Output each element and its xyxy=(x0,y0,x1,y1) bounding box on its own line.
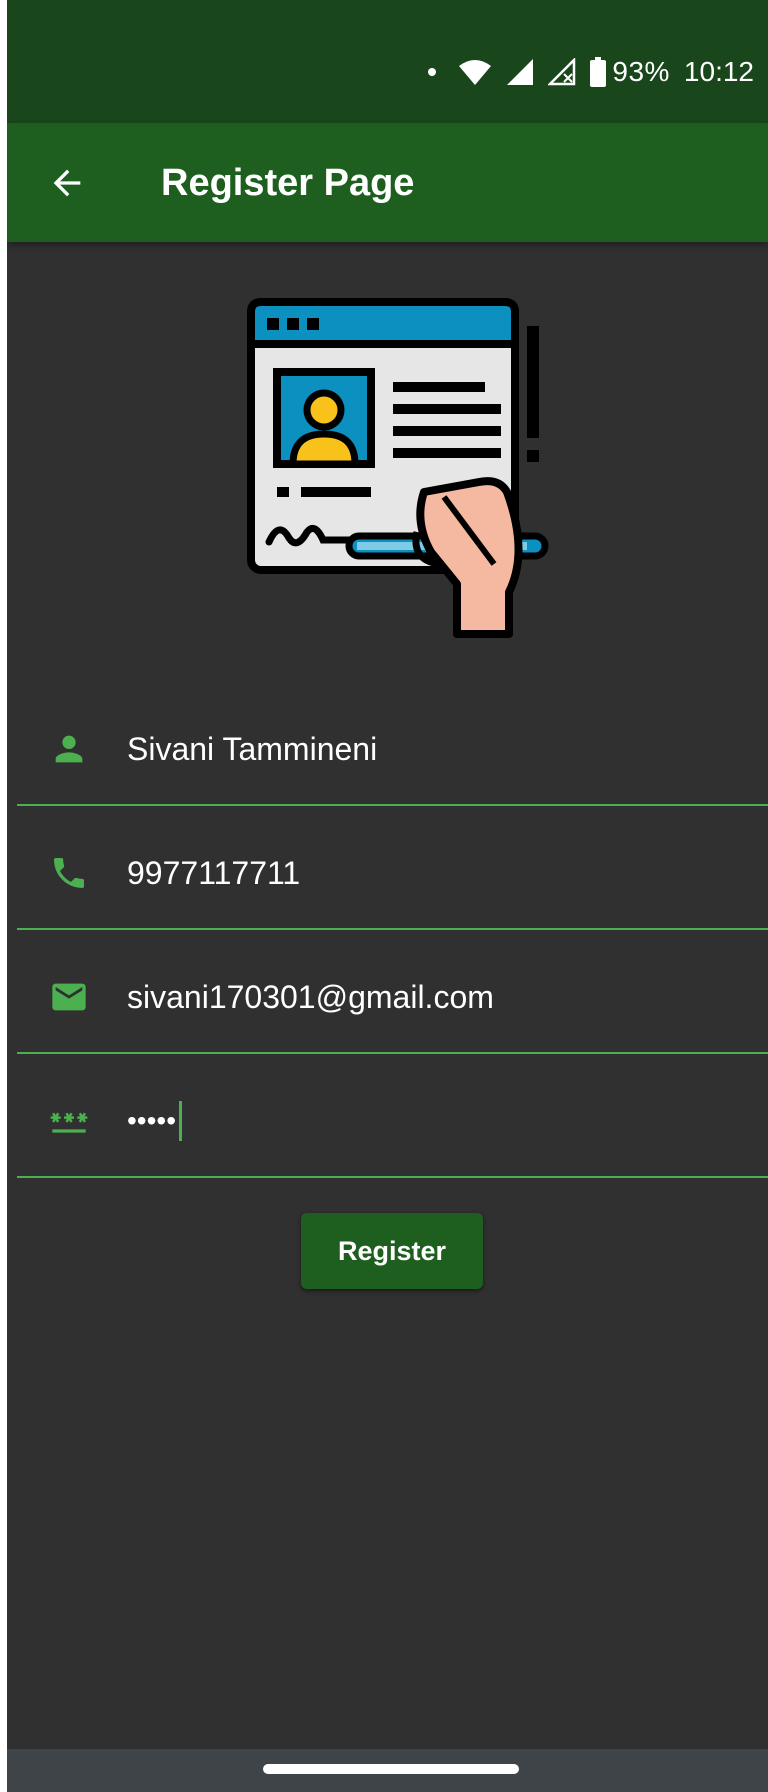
signal-no-data-icon xyxy=(548,58,576,86)
password-icon xyxy=(47,1099,91,1143)
email-icon xyxy=(47,975,91,1019)
name-input[interactable] xyxy=(127,726,727,772)
navigation-bar xyxy=(7,1749,768,1792)
clock: 10:12 xyxy=(683,56,754,87)
text-cursor xyxy=(179,1101,183,1141)
phone-input[interactable] xyxy=(127,850,727,896)
password-input[interactable]: ••••• xyxy=(127,1098,183,1144)
status-indicators: 93% 10:12 xyxy=(428,52,754,92)
wifi-icon xyxy=(459,60,492,85)
battery-percentage: 93% xyxy=(612,56,670,87)
home-gesture-handle[interactable] xyxy=(263,1764,519,1774)
password-field: ••••• xyxy=(17,1054,768,1178)
register-button[interactable]: Register xyxy=(301,1213,483,1289)
back-button[interactable] xyxy=(43,159,91,207)
password-masked-value: ••••• xyxy=(127,1105,177,1136)
name-field xyxy=(17,682,768,806)
app-bar: Register Page xyxy=(7,123,768,242)
status-bar: 93% 10:12 xyxy=(7,0,768,123)
register-form-signing-illustration xyxy=(247,298,549,638)
email-field xyxy=(17,930,768,1054)
person-icon xyxy=(47,727,91,771)
phone-field xyxy=(17,806,768,930)
notification-dot-icon xyxy=(428,68,437,76)
signal-icon xyxy=(507,59,534,85)
page-title: Register Page xyxy=(161,162,415,204)
battery-icon xyxy=(590,57,607,87)
email-input[interactable] xyxy=(127,974,727,1020)
screen: 93% 10:12 Register Page Sivani Tammineni… xyxy=(7,0,768,1792)
phone-icon xyxy=(47,851,91,895)
arrow-back-icon xyxy=(53,169,81,197)
